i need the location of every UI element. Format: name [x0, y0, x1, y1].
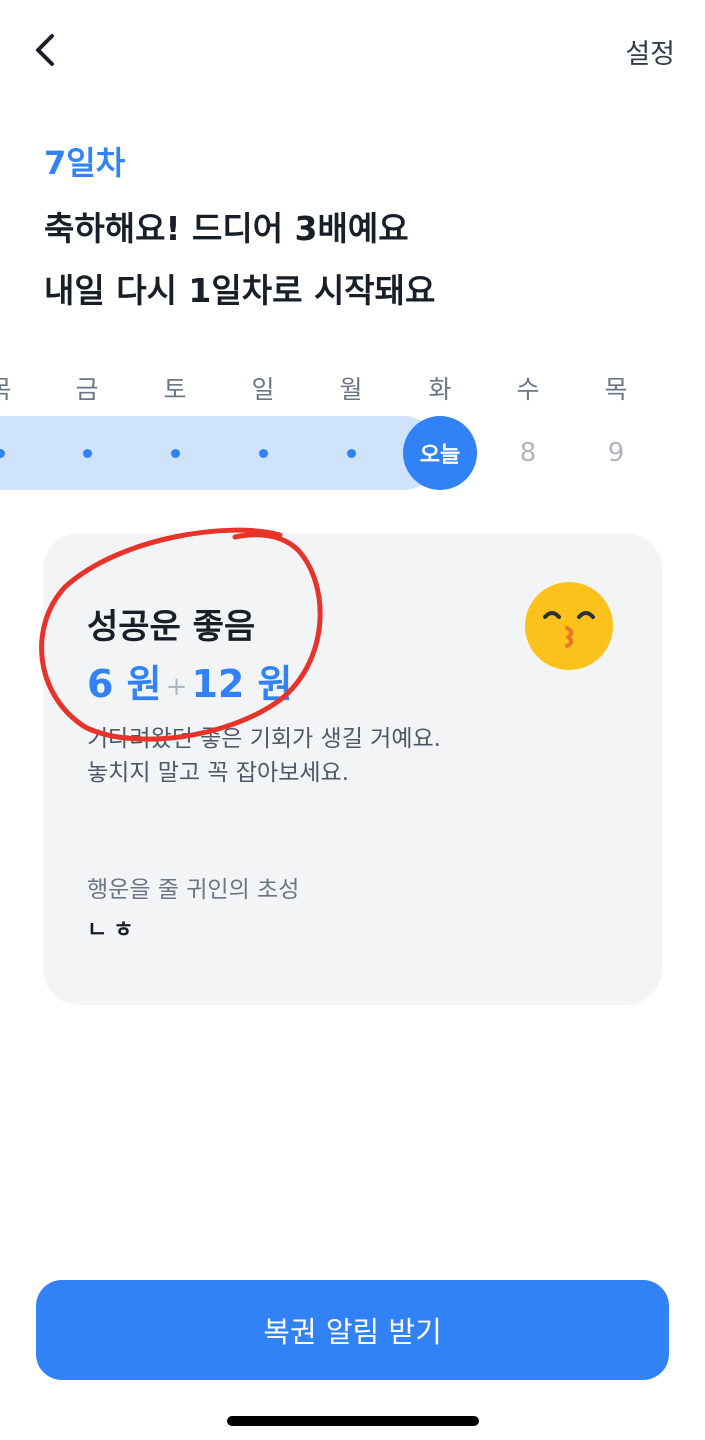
bonus-reward: 12 원 [191, 662, 293, 706]
weekday-label: 목 [0, 370, 30, 406]
weekday-label: 일 [251, 375, 275, 404]
future-day-number: 9 [607, 438, 625, 468]
week-calendar: 목 금 토 일 월 화 수 목 오늘 8 9 [0, 360, 705, 500]
lucky-initials: ㄴㅎ [87, 918, 140, 943]
weekday-label: 화 [428, 375, 452, 404]
settings-button[interactable]: 설정 [625, 32, 675, 71]
completed-day-dot [347, 449, 356, 458]
completed-day-dot [171, 449, 180, 458]
streak-day-label: 7일차 [44, 144, 126, 182]
today-marker: 오늘 [403, 416, 477, 490]
page-title: 축하해요! 드디어 3배예요 내일 다시 1일차로 시작돼요 [44, 198, 435, 322]
weekday-label: 월 [339, 375, 363, 404]
kissing-face-icon [525, 582, 613, 670]
weekday-label: 금 [75, 375, 99, 404]
chevron-left-icon [36, 34, 54, 66]
headline-line-1: 축하해요! 드디어 3배예요 [44, 209, 409, 248]
future-day-number: 8 [519, 438, 537, 468]
weekday-label: 목 [604, 375, 628, 404]
fortune-title: 성공운 좋음 [87, 607, 256, 647]
description-line: 기다려왔던 좋은 기회가 생길 거예요. [87, 726, 441, 752]
fortune-description: 기다려왔던 좋은 기회가 생길 거예요. 놓치지 말고 꼭 잡아보세요. [87, 722, 441, 790]
plus-sign: + [165, 671, 188, 702]
reward-amounts: 6 원 +12 원 [87, 653, 293, 708]
top-bar: 설정 [0, 0, 705, 100]
lottery-alert-button[interactable]: 복권 알림 받기 [36, 1280, 669, 1380]
headline-line-2: 내일 다시 1일차로 시작돼요 [44, 271, 436, 310]
completed-day-dot [83, 449, 92, 458]
weekday-label: 토 [163, 375, 187, 404]
base-reward: 6 원 [87, 662, 162, 706]
completed-day-dot [259, 449, 268, 458]
fortune-card: 성공운 좋음 6 원 +12 원 기다려왔던 좋은 기회가 생길 거예요. 놓치지… [43, 533, 662, 1005]
home-indicator [227, 1416, 479, 1426]
weekday-label: 수 [516, 375, 540, 404]
back-button[interactable] [26, 28, 66, 72]
description-line: 놓치지 말고 꼭 잡아보세요. [87, 760, 350, 786]
lucky-person-label: 행운을 줄 귀인의 초성 [87, 877, 300, 903]
streak-progress-track [0, 416, 440, 490]
